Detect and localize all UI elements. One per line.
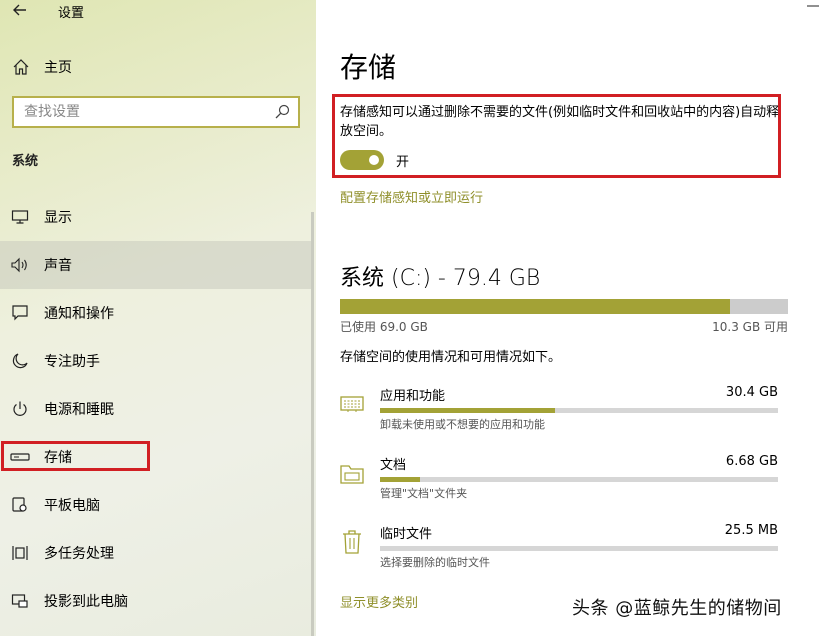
category-name: 应用和功能 (380, 389, 446, 404)
category-name: 临时文件 (380, 527, 433, 542)
home-label: 主页 (44, 60, 72, 76)
folder-icon (340, 465, 364, 484)
category-description: 选择要删除的临时文件 (380, 556, 490, 569)
back-arrow-icon[interactable] (10, 0, 30, 20)
drive-title: 系统 (C:) - 79.4 GB (340, 266, 541, 291)
home-nav-item[interactable]: 主页 (12, 56, 72, 78)
tablet-icon (10, 495, 30, 515)
monitor-icon (10, 207, 30, 227)
drive-free-text: 10.3 GB 可用 (712, 320, 788, 334)
watermark: 头条 @蓝鲸先生的储物间 (572, 598, 782, 619)
category-name: 文档 (380, 458, 407, 473)
category-bar (380, 408, 778, 413)
minimize-icon[interactable] (797, 0, 827, 12)
drive-usage-bar (340, 299, 788, 314)
sidebar-item-power-sleep[interactable]: 电源和睡眠 (0, 385, 311, 433)
highlight-box-storage (1, 441, 150, 471)
app-title: 设置 (58, 6, 85, 21)
category-bar-fill (380, 408, 556, 413)
sidebar-item-label: 声音 (44, 258, 72, 274)
category-bar (380, 546, 778, 551)
sidebar-item-label: 通知和操作 (44, 306, 114, 322)
highlight-box-storage-sense (332, 94, 781, 178)
section-label-system: 系统 (12, 154, 39, 169)
category-bar-fill (380, 477, 420, 482)
drive-usage-fill (340, 299, 730, 314)
search-input[interactable] (22, 99, 274, 125)
search-box[interactable] (12, 96, 300, 128)
trash-icon (343, 530, 361, 554)
home-icon (13, 59, 29, 75)
category-documents[interactable]: 文档 6.68 GB 管理"文档"文件夹 (340, 454, 788, 510)
category-size: 25.5 MB (724, 523, 778, 538)
page-title: 存储 (340, 51, 397, 84)
sidebar-item-label: 显示 (44, 210, 72, 226)
sidebar-item-focus-assist[interactable]: 专注助手 (0, 337, 311, 385)
category-size: 6.68 GB (725, 454, 778, 469)
multitask-icon (10, 543, 30, 563)
speaker-icon (10, 255, 30, 275)
usage-description: 存储空间的使用情况和可用情况如下。 (340, 350, 562, 365)
configure-storage-sense-link[interactable]: 配置存储感知或立即运行 (340, 187, 483, 206)
sidebar-item-label: 电源和睡眠 (44, 402, 114, 418)
sidebar: 设置 主页 系统 显示 声音 通知和操作 (0, 0, 316, 636)
category-description: 卸载未使用或不想要的应用和功能 (380, 418, 545, 431)
moon-icon (10, 351, 30, 371)
category-temp-files[interactable]: 临时文件 25.5 MB 选择要删除的临时文件 (340, 523, 788, 579)
sidebar-item-label: 多任务处理 (44, 546, 114, 562)
sidebar-item-label: 平板电脑 (44, 498, 100, 514)
category-size: 30.4 GB (725, 385, 778, 400)
title-bar: 设置 (0, 0, 316, 24)
sidebar-item-notifications[interactable]: 通知和操作 (0, 289, 311, 337)
main-content: 存储 存储感知可以通过删除不需要的文件(例如临时文件和回收站中的内容)自动释放空… (316, 0, 827, 636)
notification-icon (10, 303, 30, 323)
search-icon[interactable] (274, 104, 290, 120)
show-more-categories-link[interactable]: 显示更多类别 (340, 592, 418, 611)
project-icon (10, 591, 30, 611)
apps-icon (340, 396, 364, 413)
category-apps[interactable]: 应用和功能 30.4 GB 卸载未使用或不想要的应用和功能 (340, 385, 788, 441)
power-icon (10, 399, 30, 419)
sidebar-scrollbar[interactable] (311, 212, 314, 636)
sidebar-item-sound[interactable]: 声音 (0, 241, 311, 289)
sidebar-item-display[interactable]: 显示 (0, 193, 311, 241)
sidebar-item-label: 投影到此电脑 (44, 594, 128, 610)
sidebar-item-multitasking[interactable]: 多任务处理 (0, 529, 311, 577)
category-bar (380, 477, 778, 482)
category-description: 管理"文档"文件夹 (380, 487, 468, 500)
sidebar-item-label: 专注助手 (44, 354, 100, 370)
sidebar-item-project-to-pc[interactable]: 投影到此电脑 (0, 577, 311, 625)
sidebar-item-tablet[interactable]: 平板电脑 (0, 481, 311, 529)
